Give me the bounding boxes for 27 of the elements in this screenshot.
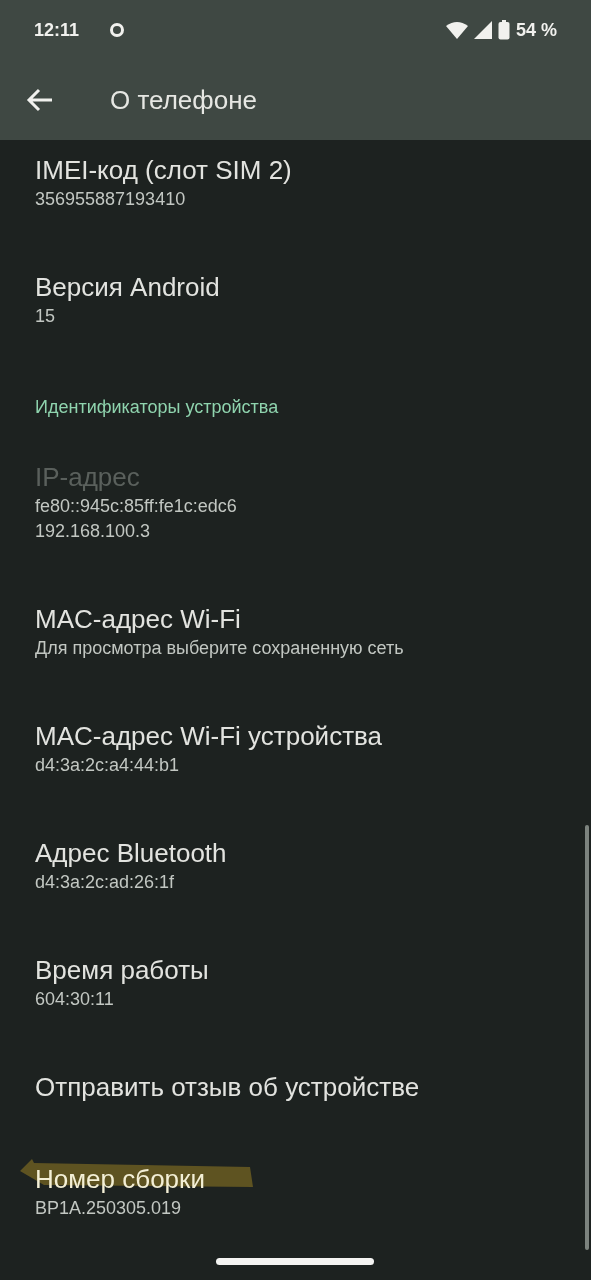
status-time: 12:11 [34, 19, 80, 41]
back-icon[interactable] [26, 86, 54, 114]
setting-title[interactable]: MAC-адрес Wi-Fi [35, 602, 241, 636]
navigation-handle[interactable] [216, 1258, 374, 1265]
ring-icon [109, 22, 126, 38]
setting-title[interactable]: Отправить отзыв об устройстве [35, 1070, 420, 1104]
setting-value: d4:3a:2c:a4:44:b1 [35, 754, 181, 777]
setting-title[interactable]: Версия Android [35, 270, 220, 304]
setting-value: Для просмотра выберите сохраненную сеть [35, 637, 405, 660]
battery-percent: 54 % [515, 19, 557, 41]
setting-value: fe80::945c:85ff:fe1c:edc6 [35, 495, 238, 518]
setting-title[interactable]: Адрес Bluetooth [35, 836, 227, 870]
setting-title[interactable]: IMEI-код (слот SIM 2) [35, 153, 292, 187]
section-header: Идентификаторы устройства [34, 396, 280, 419]
setting-value: 356955887193410 [35, 188, 187, 211]
screen-title: О телефоне [110, 84, 257, 116]
setting-value: 604:30:11 [35, 988, 115, 1011]
setting-value: BP1A.250305.019 [35, 1197, 183, 1220]
setting-value: d4:3a:2c:ad:26:1f [35, 871, 176, 894]
battery-icon [497, 20, 510, 40]
wifi-icon [445, 21, 468, 39]
setting-value: 192.168.100.3 [35, 520, 152, 543]
signal-icon [473, 21, 492, 39]
setting-title[interactable]: Время работы [35, 953, 209, 987]
setting-value: 15 [35, 305, 57, 328]
setting-title[interactable]: Номер сборки [35, 1162, 205, 1196]
setting-title[interactable]: MAC-адрес Wi-Fi устройства [35, 719, 382, 753]
